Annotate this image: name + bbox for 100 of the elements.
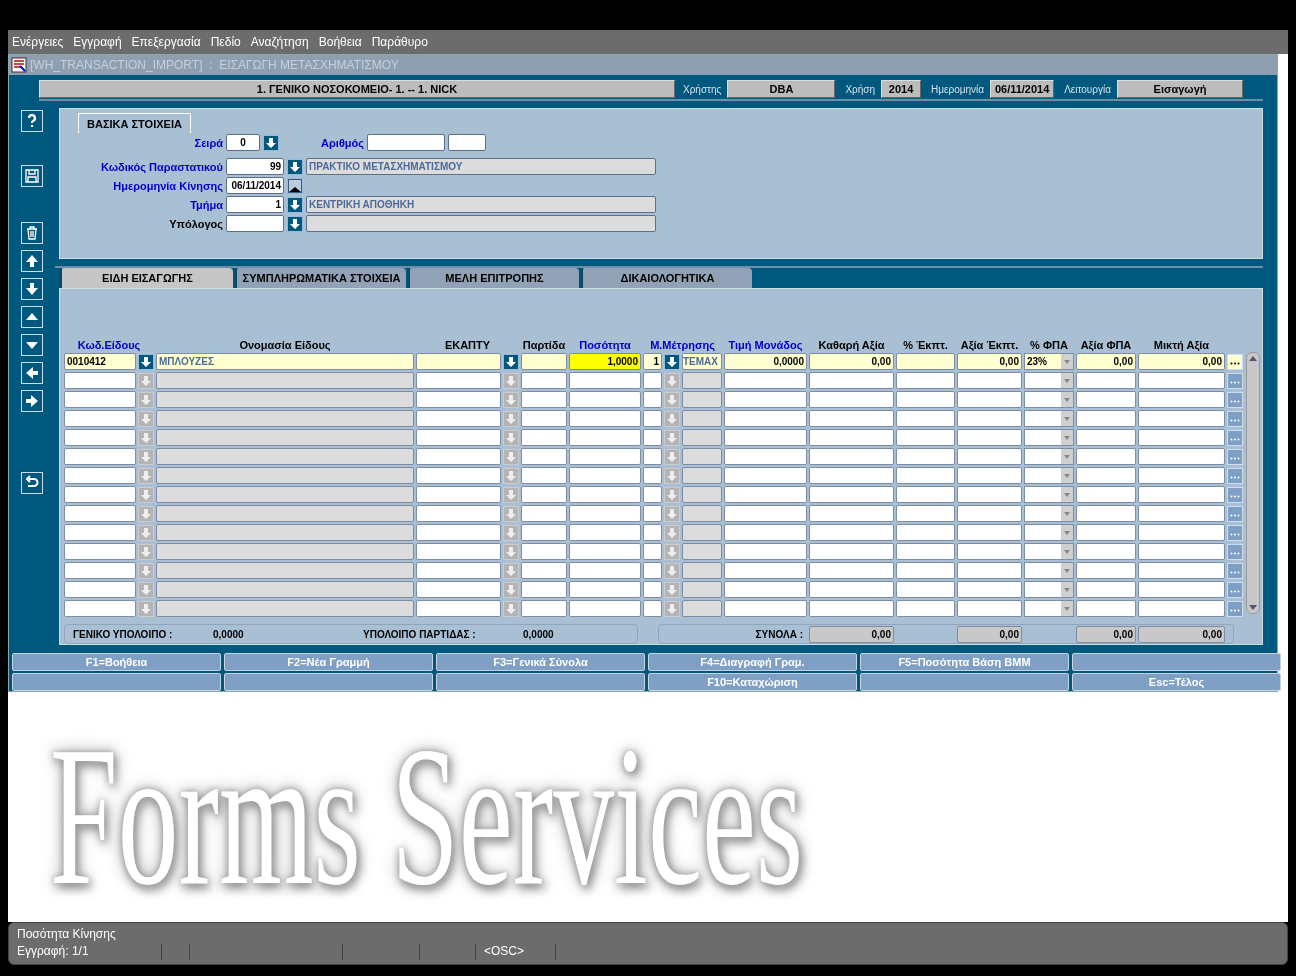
table-cell[interactable] xyxy=(1076,448,1136,465)
table-cell[interactable] xyxy=(957,581,1022,598)
table-cell[interactable] xyxy=(957,372,1022,389)
table-cell[interactable]: 1 xyxy=(643,353,662,370)
table-cell[interactable] xyxy=(64,372,136,389)
table-cell[interactable] xyxy=(64,581,136,598)
navigation-button[interactable] xyxy=(21,390,43,412)
table-cell[interactable] xyxy=(957,543,1022,560)
table-cell[interactable] xyxy=(521,372,567,389)
table-cell[interactable] xyxy=(1138,581,1225,598)
input-field[interactable]: 99 xyxy=(226,158,284,175)
table-cell[interactable] xyxy=(416,562,501,579)
table-cell[interactable] xyxy=(1138,372,1225,389)
table-cell[interactable] xyxy=(957,429,1022,446)
table-cell[interactable] xyxy=(1138,505,1225,522)
table-cell[interactable] xyxy=(896,543,955,560)
help-button[interactable] xyxy=(21,110,43,132)
table-cell[interactable] xyxy=(724,467,807,484)
table-cell[interactable] xyxy=(1138,391,1225,408)
table-cell[interactable] xyxy=(643,562,662,579)
table-cell[interactable] xyxy=(896,505,955,522)
more-button[interactable] xyxy=(1227,524,1243,541)
table-cell[interactable]: 0,00 xyxy=(1138,353,1225,370)
table-cell[interactable] xyxy=(521,391,567,408)
table-cell[interactable] xyxy=(896,391,955,408)
blank-button[interactable] xyxy=(860,673,1069,691)
table-cell[interactable] xyxy=(724,600,807,617)
table-cell[interactable] xyxy=(1138,448,1225,465)
table-cell[interactable] xyxy=(643,581,662,598)
table-cell[interactable] xyxy=(809,429,894,446)
input-field[interactable] xyxy=(226,215,284,232)
table-cell[interactable] xyxy=(416,410,501,427)
table-cell[interactable] xyxy=(643,543,662,560)
table-cell[interactable] xyxy=(809,581,894,598)
table-cell[interactable] xyxy=(957,562,1022,579)
table-cell[interactable] xyxy=(416,372,501,389)
table-cell[interactable] xyxy=(416,543,501,560)
navigation-button[interactable] xyxy=(21,278,43,300)
table-cell[interactable] xyxy=(1076,543,1136,560)
more-button[interactable] xyxy=(1227,600,1243,617)
table-cell[interactable] xyxy=(957,600,1022,617)
table-cell[interactable] xyxy=(896,562,955,579)
table-cell[interactable]: 0,0000 xyxy=(724,353,807,370)
table-cell[interactable] xyxy=(1138,600,1225,617)
table-cell[interactable] xyxy=(896,581,955,598)
table-cell[interactable] xyxy=(957,410,1022,427)
table-cell[interactable] xyxy=(64,600,136,617)
more-button[interactable] xyxy=(1227,372,1243,389)
more-button[interactable] xyxy=(1227,505,1243,522)
table-cell[interactable] xyxy=(643,486,662,503)
dropdown[interactable] xyxy=(1024,448,1074,465)
table-cell[interactable]: 1,0000 xyxy=(569,353,641,370)
more-button[interactable] xyxy=(1227,562,1243,579)
table-cell[interactable] xyxy=(724,486,807,503)
table-cell[interactable] xyxy=(809,448,894,465)
table-cell[interactable] xyxy=(724,543,807,560)
dropdown[interactable] xyxy=(1024,410,1074,427)
more-button[interactable] xyxy=(1227,581,1243,598)
table-cell[interactable] xyxy=(643,410,662,427)
table-cell[interactable] xyxy=(416,486,501,503)
menu-item[interactable]: Αναζήτηση xyxy=(250,35,309,49)
table-cell[interactable] xyxy=(896,600,955,617)
table-cell[interactable] xyxy=(724,562,807,579)
table-cell[interactable] xyxy=(724,505,807,522)
table-cell[interactable] xyxy=(521,353,567,370)
table-cell[interactable] xyxy=(896,353,955,370)
table-cell[interactable] xyxy=(521,486,567,503)
table-cell[interactable] xyxy=(957,391,1022,408)
navigation-button[interactable] xyxy=(21,362,43,384)
table-cell[interactable] xyxy=(957,524,1022,541)
table-cell[interactable] xyxy=(643,524,662,541)
table-cell[interactable] xyxy=(64,543,136,560)
table-cell[interactable] xyxy=(1076,600,1136,617)
table-cell[interactable] xyxy=(64,410,136,427)
table-cell[interactable] xyxy=(809,562,894,579)
dropdown[interactable] xyxy=(1024,486,1074,503)
table-cell[interactable]: 0,00 xyxy=(957,353,1022,370)
blank-button[interactable] xyxy=(224,673,433,691)
lov-button[interactable] xyxy=(503,353,519,370)
dropdown[interactable] xyxy=(1024,467,1074,484)
lov-button[interactable] xyxy=(287,215,303,232)
table-cell[interactable] xyxy=(1138,467,1225,484)
table-cell[interactable] xyxy=(896,524,955,541)
table-cell[interactable] xyxy=(569,562,641,579)
table-cell[interactable] xyxy=(643,505,662,522)
table-cell[interactable] xyxy=(569,505,641,522)
tab[interactable]: ΔΙΚΑΙΟΛΟΓΗΤΙΚΑ xyxy=(580,268,752,288)
table-cell[interactable] xyxy=(1076,562,1136,579)
table-cell[interactable]: 0010412 xyxy=(64,353,136,370)
more-button[interactable] xyxy=(1227,410,1243,427)
table-cell[interactable] xyxy=(521,429,567,446)
table-cell[interactable] xyxy=(521,581,567,598)
delete-button[interactable] xyxy=(21,222,43,244)
lov-button[interactable] xyxy=(138,353,154,370)
table-cell[interactable] xyxy=(896,486,955,503)
dropdown[interactable] xyxy=(1024,429,1074,446)
table-cell[interactable] xyxy=(416,524,501,541)
table-cell[interactable] xyxy=(957,486,1022,503)
more-button[interactable] xyxy=(1227,467,1243,484)
table-cell[interactable] xyxy=(1138,429,1225,446)
